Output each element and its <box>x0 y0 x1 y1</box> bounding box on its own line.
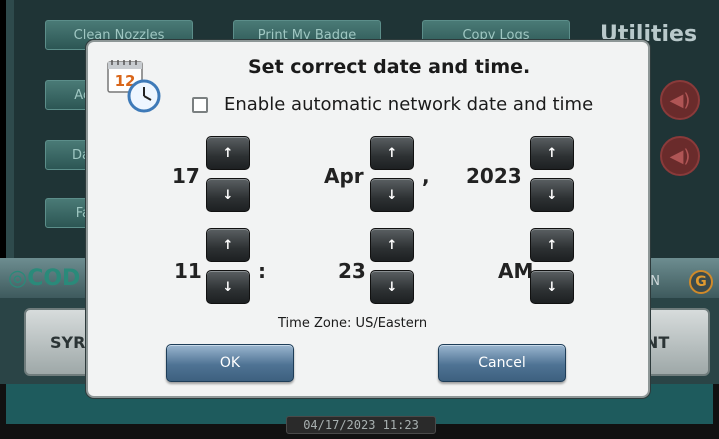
year-value: 2023 <box>466 164 522 188</box>
brand-logo: ◎COD <box>8 266 80 291</box>
ampm-value: AM <box>498 259 534 283</box>
ampm-up-button[interactable]: ↑ <box>530 228 574 262</box>
timezone-label: Time Zone: US/Eastern <box>278 316 428 331</box>
time-separator: : <box>258 259 266 283</box>
ok-button[interactable]: OK <box>166 344 294 382</box>
hour-down-button[interactable]: ↓ <box>206 270 250 304</box>
logo-icon: ◎ <box>8 266 28 291</box>
auto-datetime-checkbox[interactable] <box>192 96 208 113</box>
month-value: Apr <box>324 164 364 188</box>
date-separator: , <box>422 164 430 188</box>
screen: Clean Nozzles Print My Badge Copy Logs U… <box>0 0 719 439</box>
year-down-button[interactable]: ↓ <box>530 178 574 212</box>
hour-value: 11 <box>174 259 202 283</box>
minute-up-button[interactable]: ↑ <box>370 228 414 262</box>
hour-up-button[interactable]: ↑ <box>206 228 250 262</box>
day-down-button[interactable]: ↓ <box>206 178 250 212</box>
background-frame <box>6 0 14 260</box>
status-g-icon: G <box>689 270 713 294</box>
day-value: 17 <box>172 164 200 188</box>
dialog-title: Set correct date and time. <box>248 56 531 78</box>
calendar-clock-icon: 12 <box>104 56 162 114</box>
brand-text: COD <box>27 266 81 291</box>
minute-down-button[interactable]: ↓ <box>370 270 414 304</box>
date-time-dialog: 12 Set correct date and time. Enable aut… <box>86 40 650 398</box>
auto-datetime-label: Enable automatic network date and time <box>224 94 594 115</box>
speaker-icon[interactable]: ◀) <box>660 80 700 120</box>
month-down-button[interactable]: ↓ <box>370 178 414 212</box>
clock-display: 04/17/2023 11:23 <box>286 416 436 434</box>
year-up-button[interactable]: ↑ <box>530 136 574 170</box>
cancel-button[interactable]: Cancel <box>438 344 566 382</box>
auto-datetime-row[interactable]: Enable automatic network date and time <box>192 94 593 115</box>
speaker-icon[interactable]: ◀) <box>660 136 700 176</box>
ampm-down-button[interactable]: ↓ <box>530 270 574 304</box>
minute-value: 23 <box>338 259 366 283</box>
day-up-button[interactable]: ↑ <box>206 136 250 170</box>
month-up-button[interactable]: ↑ <box>370 136 414 170</box>
